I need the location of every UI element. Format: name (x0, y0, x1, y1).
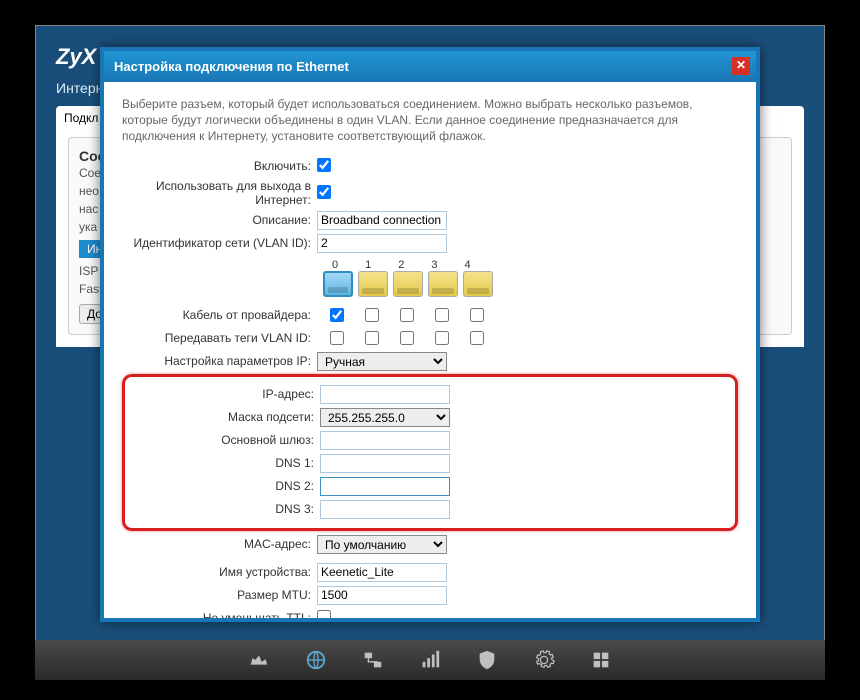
network-icon[interactable] (362, 649, 384, 671)
vlan-tag-cb-3[interactable] (435, 331, 449, 345)
ttl-checkbox[interactable] (317, 610, 331, 623)
vlan-tag-cb-1[interactable] (365, 331, 379, 345)
apps-icon[interactable] (590, 649, 612, 671)
label-vlan-id: Идентификатор сети (VLAN ID): (122, 236, 317, 250)
vlan-tag-cb-4[interactable] (470, 331, 484, 345)
dns2-input[interactable] (320, 477, 450, 496)
provider-cable-cb-2[interactable] (400, 308, 414, 322)
enable-checkbox[interactable] (317, 158, 331, 172)
dns3-input[interactable] (320, 500, 450, 519)
label-provider-cable: Кабель от провайдера: (122, 308, 317, 322)
label-dns1: DNS 1: (125, 456, 320, 470)
mac-select[interactable]: По умолчанию (317, 535, 447, 554)
port-selector (323, 271, 738, 297)
label-gateway: Основной шлюз: (125, 433, 320, 447)
mtu-input[interactable] (317, 586, 447, 605)
close-icon[interactable]: ✕ (732, 57, 750, 75)
ethernet-config-dialog: Настройка подключения по Ethernet ✕ Выбе… (100, 47, 760, 622)
provider-cable-cb-4[interactable] (470, 308, 484, 322)
label-enable: Включить: (122, 159, 317, 173)
highlight-ip-section: IP-адрес: Маска подсети: 255.255.255.0 О… (122, 374, 738, 531)
subnet-select[interactable]: 255.255.255.0 (320, 408, 450, 427)
label-mac: MAC-адрес: (122, 537, 317, 551)
label-vlan-tags: Передавать теги VLAN ID: (122, 331, 317, 345)
provider-cable-cb-3[interactable] (435, 308, 449, 322)
vlan-id-input[interactable] (317, 234, 447, 253)
label-description: Описание: (122, 213, 317, 227)
label-ip-config: Настройка параметров IP: (122, 354, 317, 368)
globe-icon[interactable] (305, 649, 327, 671)
dialog-title: Настройка подключения по Ethernet (114, 59, 349, 74)
device-name-input[interactable] (317, 563, 447, 582)
vlan-tag-cb-2[interactable] (400, 331, 414, 345)
label-dns2: DNS 2: (125, 479, 320, 493)
provider-cable-cb-1[interactable] (365, 308, 379, 322)
label-dev-name: Имя устройства: (122, 565, 317, 579)
bottom-toolbar (35, 640, 825, 680)
label-dns3: DNS 3: (125, 502, 320, 516)
provider-cable-cb-0[interactable] (330, 308, 344, 322)
ip-config-select[interactable]: Ручная (317, 352, 447, 371)
label-mtu: Размер MTU: (122, 588, 317, 602)
dialog-intro: Выберите разъем, который будет использов… (122, 96, 738, 144)
label-ttl: Не уменьшать TTL: (122, 611, 317, 622)
label-subnet: Маска подсети: (125, 410, 320, 424)
label-ip-addr: IP-адрес: (125, 387, 320, 401)
dialog-body: Выберите разъем, который будет использов… (100, 82, 760, 622)
monitor-icon[interactable] (248, 649, 270, 671)
description-input[interactable] (317, 211, 447, 230)
port-4[interactable] (463, 271, 493, 297)
tab-connections[interactable]: Подкл (64, 111, 98, 125)
dialog-title-bar: Настройка подключения по Ethernet ✕ (100, 47, 760, 82)
ip-address-input[interactable] (320, 385, 450, 404)
gear-icon[interactable] (533, 649, 555, 671)
port-2[interactable] (393, 271, 423, 297)
label-use-internet: Использовать для выхода в Интернет: (122, 179, 317, 207)
internet-checkbox[interactable] (317, 185, 331, 199)
port-3[interactable] (428, 271, 458, 297)
port-numbers: 0 1 2 3 4 (323, 259, 738, 271)
port-1[interactable] (358, 271, 388, 297)
shield-icon[interactable] (476, 649, 498, 671)
dns1-input[interactable] (320, 454, 450, 473)
gateway-input[interactable] (320, 431, 450, 450)
port-0[interactable] (323, 271, 353, 297)
wifi-icon[interactable] (419, 649, 441, 671)
vlan-tag-cb-0[interactable] (330, 331, 344, 345)
